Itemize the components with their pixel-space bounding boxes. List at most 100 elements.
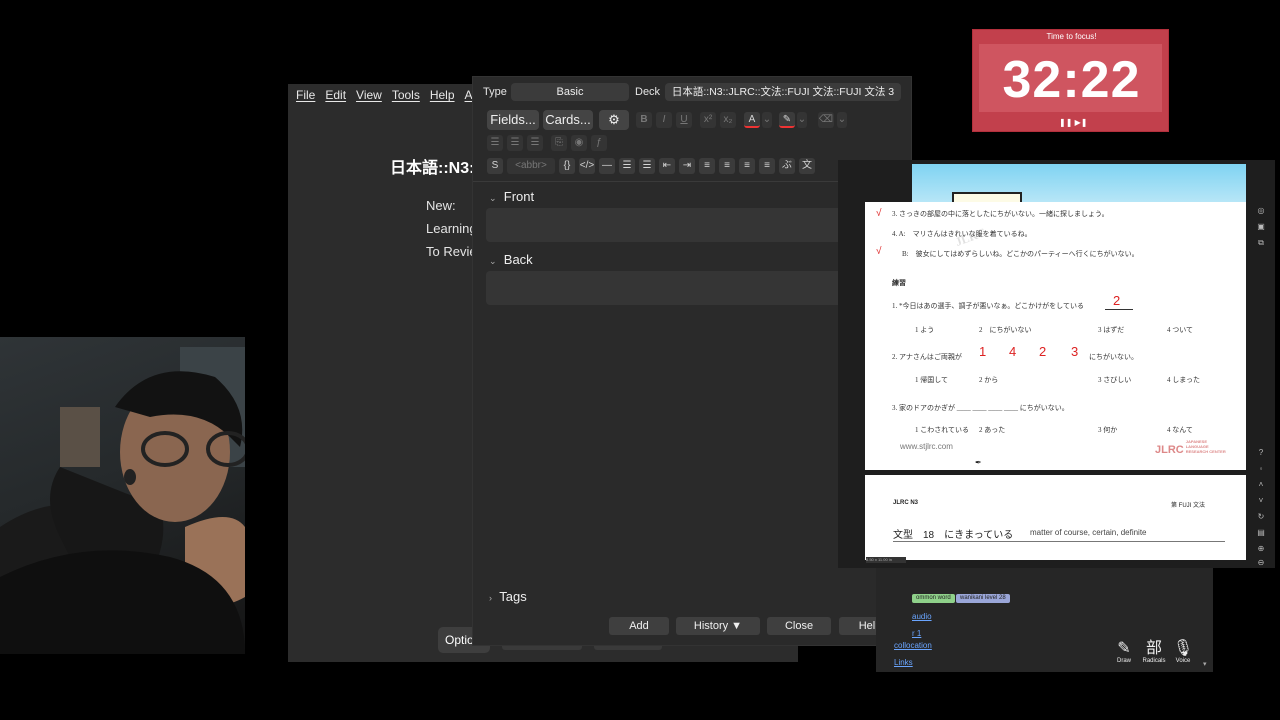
superscript-icon[interactable]: x² (700, 112, 716, 128)
menu-file[interactable]: File (296, 88, 315, 102)
chevron-up-icon[interactable]: ˄ (1256, 480, 1266, 490)
timer-controls[interactable]: ❚❚ ▶❚ (1059, 118, 1087, 127)
outdent-icon[interactable]: ⇤ (659, 158, 675, 174)
section-heading: 練習 (892, 279, 906, 287)
italic-icon[interactable]: I (656, 112, 672, 128)
tag-common-word: ommon word (912, 594, 955, 603)
question-2-tail: にちがいない。 (1089, 353, 1138, 361)
bookmark-icon[interactable]: ▣ (1256, 222, 1266, 232)
code-icon[interactable]: </> (579, 158, 595, 174)
indent-icon[interactable]: ⇥ (679, 158, 695, 174)
q3-option: 3 何か (1098, 426, 1118, 434)
chevron-down-icon: ⌄ (489, 256, 497, 266)
chevron-down-icon[interactable]: ▾ (1203, 660, 1207, 668)
q2-option: 1 帰国して (915, 376, 949, 384)
justify-icon[interactable]: ≡ (759, 158, 775, 174)
note-type-select[interactable]: Basic (511, 83, 629, 101)
divider (893, 541, 1225, 542)
subscript-icon[interactable]: x₂ (720, 112, 736, 128)
add-button[interactable]: Add (609, 617, 669, 635)
site-url: www.stjlrc.com (900, 442, 953, 451)
webcam-person-image (0, 347, 245, 654)
question-1: 1. *今日はあの選手、調子が悪いなぁ。どこかけがをしている (892, 302, 1084, 310)
eraser-icon[interactable]: ⌫ (818, 112, 834, 128)
deck-select[interactable]: 日本語::N3::JLRC::文法::FUJI 文法::FUJI 文法 3 (665, 83, 901, 101)
tags-label: Tags (499, 589, 527, 604)
close-button[interactable]: Close (767, 617, 831, 635)
page-header-right: 第 FUJI 文法 (1171, 503, 1205, 509)
q2-option: 4 しまった (1167, 376, 1200, 384)
menu-tools[interactable]: Tools (392, 88, 420, 102)
webcam-feed (0, 337, 245, 654)
chevron-down-icon: ⌄ (489, 193, 497, 203)
chevron-down-icon[interactable]: ⌄ (762, 112, 772, 128)
back-field-header[interactable]: ⌄ Back (489, 252, 533, 267)
zoom-in-icon[interactable]: ⊕ (1256, 544, 1266, 554)
sense-link[interactable]: r 1 (912, 629, 921, 638)
deck-title: 日本語::N3:: (390, 160, 480, 177)
tags-header[interactable]: › Tags (489, 589, 527, 604)
pdf-viewer-window: √ 3. さっきの部屋の中に落としたにちがいない。一緒に探しましょう。 4. A… (838, 160, 1275, 568)
q1-option: 3 はずだ (1098, 326, 1125, 334)
menu-view[interactable]: View (356, 88, 382, 102)
fields-button[interactable]: Fields... (487, 110, 539, 130)
attach-icon[interactable]: ⎘ (551, 135, 567, 151)
gear-icon[interactable]: ⚙ (599, 110, 629, 130)
pdf-page-2: JLRC N3 第 FUJI 文法 文型 18 にきまっている matter o… (865, 475, 1246, 560)
underline-icon[interactable]: U (676, 112, 692, 128)
chevron-down-icon[interactable]: ⌄ (837, 112, 847, 128)
text-color-icon[interactable]: A (744, 112, 760, 128)
question-3: 3. 家のドアのかぎが ____ ____ ____ ____ にちがいない。 (892, 404, 1069, 412)
pdf-page: √ 3. さっきの部屋の中に落としたにちがいない。一緒に探しましょう。 4. A… (865, 202, 1246, 470)
collocation-link[interactable]: collocation (894, 641, 932, 650)
blank-line (1105, 309, 1133, 310)
audio-link[interactable]: audio (912, 612, 932, 621)
horizontal-rule-icon[interactable]: — (599, 158, 615, 174)
align-icon[interactable]: ☰ (527, 135, 543, 151)
links-link[interactable]: Links (894, 658, 913, 667)
refresh-icon[interactable]: ↻ (1256, 512, 1266, 522)
history-button[interactable]: History ▼ (676, 617, 760, 635)
bullet-list-icon[interactable]: ☰ (487, 135, 503, 151)
braces-icon[interactable]: {} (559, 158, 575, 174)
page-banner-image (912, 164, 1246, 202)
cards-button[interactable]: Cards... (543, 110, 593, 130)
bold-icon[interactable]: B (636, 112, 652, 128)
front-field-header[interactable]: ⌄ Front (489, 189, 534, 204)
zoom-out-icon[interactable]: ⊖ (1256, 558, 1266, 568)
numbered-list-icon[interactable]: ☰ (639, 158, 655, 174)
document-icon[interactable]: ▤ (1256, 528, 1266, 538)
help-icon[interactable]: ? (1256, 448, 1266, 458)
q3-option: 1 こわされている (915, 426, 970, 434)
q3-option: 2 あった (979, 426, 1006, 434)
zoom-icon[interactable]: ◎ (1256, 206, 1266, 216)
highlight-icon[interactable]: ✎ (779, 112, 795, 128)
menu-help[interactable]: Help (430, 88, 455, 102)
radicals-tool[interactable]: 部 Radicals (1142, 640, 1166, 664)
page-header: JLRC N3 (893, 500, 919, 506)
microphone-icon: 🎙 (1172, 640, 1194, 657)
furigana-icon[interactable]: ぶ (779, 158, 795, 174)
numbered-list-icon[interactable]: ☰ (507, 135, 523, 151)
bullet-list-icon[interactable]: ☰ (619, 158, 635, 174)
function-icon[interactable]: ƒ (591, 135, 607, 151)
focus-timer: Time to focus! 32:22 ❚❚ ▶❚ (972, 29, 1169, 132)
check-mark-icon: √ (876, 208, 882, 219)
align-right-icon[interactable]: ≡ (739, 158, 755, 174)
tag-wanikani-level: wanikani level 28 (956, 594, 1010, 603)
draw-tool[interactable]: ✎ Draw (1112, 640, 1136, 664)
menu-edit[interactable]: Edit (325, 88, 346, 102)
copy-icon[interactable]: ⧉ (1256, 238, 1266, 248)
align-center-icon[interactable]: ≡ (699, 158, 715, 174)
kanji-icon[interactable]: 文 (799, 158, 815, 174)
abbr-button[interactable]: <abbr> (507, 158, 555, 174)
q2-option: 2 から (979, 376, 999, 384)
voice-tool[interactable]: 🎙 Voice (1171, 640, 1195, 664)
microphone-icon[interactable]: ◉ (571, 135, 587, 151)
chevron-down-icon[interactable]: ˅ (1256, 496, 1266, 506)
answer-1: 2 (1113, 293, 1121, 308)
info-icon[interactable]: ◦ (1256, 464, 1266, 474)
strikethrough-icon[interactable]: S (487, 158, 503, 174)
align-left-icon[interactable]: ≡ (719, 158, 735, 174)
chevron-down-icon[interactable]: ⌄ (797, 112, 807, 128)
